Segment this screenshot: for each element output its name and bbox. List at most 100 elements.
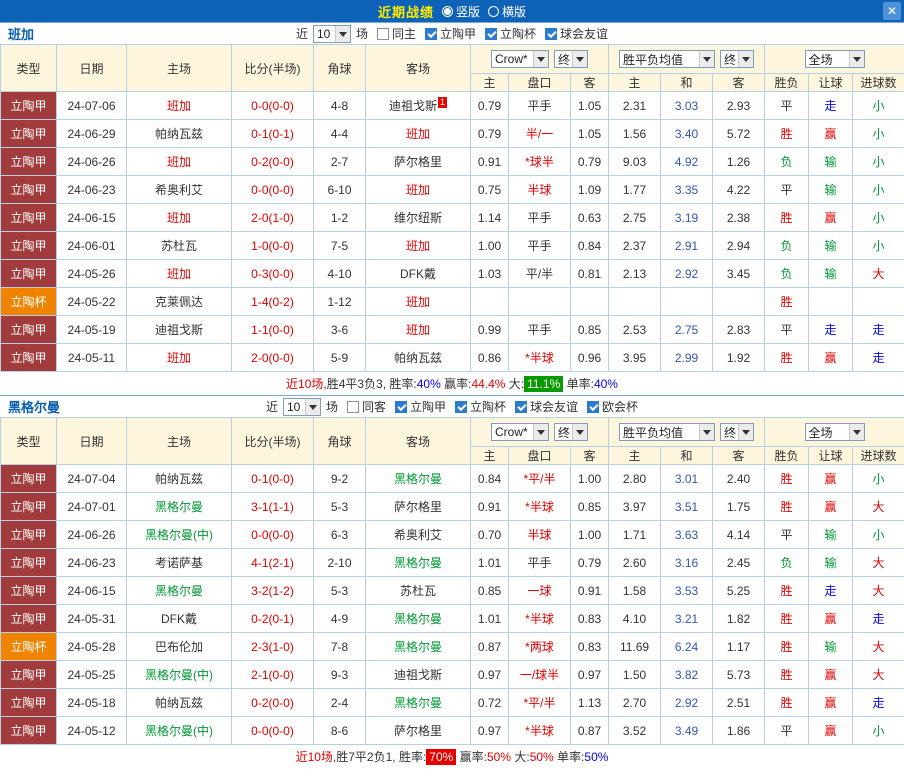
europe-odds-select[interactable]: 胜平负均值 (619, 50, 716, 68)
eu-home-odds-cell: 2.60 (608, 548, 662, 577)
asian-final-select[interactable]: 终 (554, 50, 589, 68)
ah-away-odds-cell: 0.83 (569, 604, 610, 633)
ah-away-odds-cell: 0.85 (569, 492, 610, 521)
filter-checkbox[interactable]: 立陶甲 (425, 25, 476, 42)
filter-checkbox[interactable]: 同主 (376, 25, 416, 42)
filter-checkbox[interactable]: 立陶甲 (394, 398, 446, 415)
eu-away-odds-cell: 2.51 (712, 688, 766, 717)
filter-checkbox-label: 球会友谊 (560, 27, 609, 41)
match-row: 立陶甲 24-07-06 班加 0-0(0-0) 4-8 迪祖戈斯 1 0.79 平手 1.05 2… (0, 91, 904, 120)
chevron-down-icon (572, 51, 588, 67)
date-cell: 24-07-01 (56, 492, 127, 521)
ah-home-odds-cell: 0.87 (470, 632, 509, 661)
filter-checkbox-label: 立陶杯 (500, 27, 537, 41)
home-team-cell: 黑格尔曼(中) (126, 716, 232, 745)
match-row: 立陶甲 24-05-19 迪祖戈斯 1-1(0-0) 3-6 班加 0.99 平手 0.85 2.… (0, 315, 904, 344)
layout-option-horizontal[interactable]: 横版 (488, 3, 526, 20)
date-cell: 24-05-26 (56, 259, 127, 288)
score-cell: 2-1(0-0) (231, 660, 314, 689)
date-cell: 24-05-28 (56, 632, 127, 661)
league-cell: 立陶甲 (0, 119, 57, 148)
home-team-cell: 迪祖戈斯 (126, 315, 232, 344)
league-cell: 立陶甲 (0, 464, 57, 493)
matches-label: 场 (325, 400, 338, 414)
eu-home-odds-cell: 2.31 (608, 91, 662, 120)
league-cell: 立陶甲 (0, 548, 57, 577)
goals-result-cell: 小 (852, 464, 904, 493)
filter-checkbox[interactable]: 欧会杯 (587, 398, 638, 415)
scope-select[interactable]: 全场 (804, 50, 865, 68)
summary-segment: 单率: (563, 377, 594, 391)
corner-cell: 2-7 (313, 147, 366, 176)
subcol-handicap: 盘口 (508, 446, 571, 465)
match-count-select[interactable]: 10 (282, 397, 321, 416)
eu-away-odds-cell: 1.82 (712, 604, 766, 633)
subcol-eu-draw: 和 (660, 73, 714, 92)
asian-final-select[interactable]: 终 (554, 423, 589, 441)
europe-final-select[interactable]: 终 (720, 50, 755, 68)
filter-checkbox-label: 立陶甲 (409, 400, 446, 414)
filter-checkbox[interactable]: 同客 (346, 398, 386, 415)
handicap-cell: *半球 (508, 343, 571, 372)
corner-cell: 4-4 (313, 119, 366, 148)
handicap-result-cell: 赢 (808, 492, 854, 521)
bookmaker-select[interactable]: Crow* (491, 423, 550, 441)
eu-home-odds-cell: 2.75 (608, 203, 662, 232)
handicap-result-cell: 走 (808, 91, 854, 120)
result-cell: 负 (764, 231, 810, 260)
away-team-cell: 希奥利艾 (365, 520, 471, 549)
section-home-team: 班加 近 10 场 同主 立陶甲 立陶杯 球会友谊 类型 日期 主场 比分(半场) 角… (0, 22, 904, 395)
handicap-cell: 平手 (508, 203, 571, 232)
col-type: 类型 (0, 44, 57, 92)
col-home: 主场 (126, 417, 232, 465)
layout-option-horizontal-label: 横版 (502, 4, 527, 19)
match-count-select[interactable]: 10 (312, 24, 351, 43)
handicap-cell: 半/一 (508, 119, 571, 148)
results-tbody: 立陶甲 24-07-06 班加 0-0(0-0) 4-8 迪祖戈斯 1 0.79 平手 1.05 2… (0, 91, 904, 372)
eu-draw-odds-cell: 3.63 (660, 520, 714, 549)
eu-draw-odds-cell: 3.16 (660, 548, 714, 577)
filter-checkbox[interactable]: 立陶杯 (485, 25, 536, 42)
corner-cell: 5-9 (313, 343, 366, 372)
match-row: 立陶杯 24-05-22 克莱佩达 1-4(0-2) 1-12 班加 胜 (0, 287, 904, 316)
goals-result-cell: 走 (852, 343, 904, 372)
away-team-cell: 黑格尔曼 (365, 632, 471, 661)
filter-checkbox[interactable]: 球会友谊 (515, 398, 578, 415)
handicap-cell: *半球 (508, 604, 571, 633)
date-cell: 24-06-26 (56, 520, 127, 549)
result-cell: 胜 (764, 660, 810, 689)
eu-away-odds-cell: 2.93 (712, 91, 766, 120)
subcol-goals: 进球数 (852, 446, 904, 465)
match-row: 立陶甲 24-06-15 黑格尔曼 3-2(1-2) 5-3 苏杜瓦 0.85 一球 0.91 1… (0, 576, 904, 605)
col-away: 客场 (365, 44, 471, 92)
away-team-cell: 帕纳瓦兹 (365, 343, 471, 372)
date-cell: 24-05-22 (56, 287, 127, 316)
checkbox-checked-icon (587, 400, 600, 413)
eu-draw-odds-cell: 2.92 (660, 688, 714, 717)
date-cell: 24-05-11 (56, 343, 127, 372)
date-cell: 24-05-12 (56, 716, 127, 745)
result-cell: 胜 (764, 119, 810, 148)
chevron-down-icon (533, 51, 549, 67)
close-button[interactable]: ✕ (883, 2, 901, 20)
away-team-cell: 班加 (365, 175, 471, 204)
europe-odds-select[interactable]: 胜平负均值 (619, 423, 716, 441)
checkbox-checked-icon (394, 400, 407, 413)
league-cell: 立陶甲 (0, 576, 57, 605)
team-name: 黑格尔曼 (8, 400, 61, 415)
bookmaker-select[interactable]: Crow* (491, 50, 550, 68)
layout-option-vertical[interactable]: 竖版 (441, 3, 480, 20)
ah-home-odds-cell: 1.01 (470, 548, 509, 577)
ah-away-odds-cell: 0.63 (569, 203, 610, 232)
summary-bar: 近10场 ,胜4平3负3, 胜率: 40% 赢率: 44.4% 大: 11.1% 单率:… (0, 372, 904, 395)
eu-away-odds-cell: 2.83 (712, 315, 766, 344)
eu-home-odds-cell: 2.37 (608, 231, 662, 260)
filter-checkbox[interactable]: 球会友谊 (545, 25, 608, 42)
scope-select[interactable]: 全场 (804, 423, 865, 441)
away-team-cell: 黑格尔曼 (365, 604, 471, 633)
eu-draw-odds-cell: 4.92 (660, 147, 714, 176)
home-team-cell: 黑格尔曼 (126, 492, 232, 521)
filter-checkbox[interactable]: 立陶杯 (455, 398, 506, 415)
scope-group-header: 全场 (764, 417, 904, 447)
europe-final-select[interactable]: 终 (720, 423, 755, 441)
